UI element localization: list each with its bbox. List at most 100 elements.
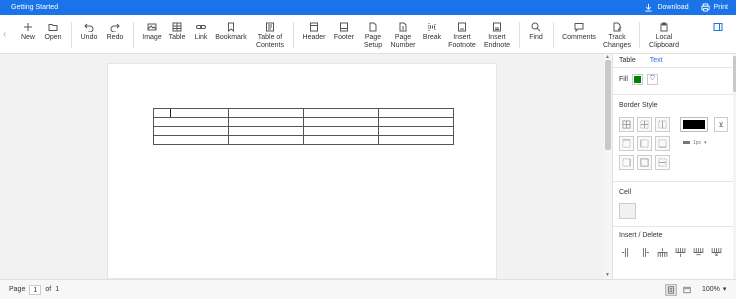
page-setup-label-line1: Page xyxy=(364,34,382,41)
document-table[interactable] xyxy=(153,108,454,145)
new-button[interactable]: New xyxy=(18,15,38,54)
line-width-icon xyxy=(683,141,690,144)
border-width-dropdown[interactable]: 1px ▾ xyxy=(683,137,713,148)
tab-text[interactable]: Text xyxy=(650,57,663,64)
document-vertical-scrollbar[interactable]: ▲ ▼ xyxy=(604,54,612,279)
insert-delete-buttons xyxy=(619,245,723,259)
left-border-icon[interactable] xyxy=(637,136,652,151)
footer-button[interactable]: Footer xyxy=(331,15,357,54)
insert-row-below-icon[interactable] xyxy=(673,245,687,259)
insert-footnote-label-line1: Insert xyxy=(453,34,471,41)
page-setup-button[interactable]: Page Setup xyxy=(361,15,385,54)
open-label: Open xyxy=(44,34,62,41)
table-button[interactable]: Table xyxy=(166,15,188,54)
bottom-border-icon[interactable] xyxy=(655,136,670,151)
undo-icon xyxy=(84,23,94,32)
undo-label: Undo xyxy=(80,34,98,41)
toolbar-separator xyxy=(639,22,640,48)
web-layout-icon xyxy=(683,286,691,294)
insert-row-above-icon[interactable] xyxy=(655,245,669,259)
toggle-properties-pane-button[interactable] xyxy=(710,15,726,54)
page-label: Page xyxy=(9,286,26,293)
bookmark-button[interactable]: Bookmark xyxy=(214,15,248,54)
comments-button[interactable]: Comments xyxy=(560,15,598,54)
table-row xyxy=(153,117,454,127)
insert-column-left-icon[interactable] xyxy=(619,245,633,259)
page-indicator: Page 1 of 1 xyxy=(9,284,59,295)
divider xyxy=(613,226,733,227)
document-canvas[interactable] xyxy=(0,54,604,279)
toolbar-separator xyxy=(553,22,554,48)
tab-table[interactable]: Table xyxy=(619,57,636,64)
image-icon xyxy=(147,23,157,31)
fill-row: Fill ⛉ xyxy=(619,74,658,85)
redo-button[interactable]: Redo xyxy=(104,15,126,54)
page-number-icon xyxy=(399,22,407,32)
print-layout-icon xyxy=(668,286,674,294)
zoom-dropdown[interactable]: 100% ▾ xyxy=(702,285,726,294)
cell-properties-button[interactable] xyxy=(619,203,636,219)
inside-horizontal-border-icon[interactable] xyxy=(655,155,670,170)
scroll-down-icon[interactable]: ▼ xyxy=(605,272,610,278)
border-type-dropdown-icon[interactable]: ⊻ xyxy=(714,117,728,132)
side-panel-icon xyxy=(713,23,723,31)
redo-icon xyxy=(110,23,120,32)
link-label: Link xyxy=(194,34,208,41)
divider xyxy=(613,94,733,95)
insert-endnote-button[interactable]: Insert Endnote xyxy=(482,15,512,54)
open-button[interactable]: Open xyxy=(42,15,64,54)
status-bar: Page 1 of 1 100% ▾ xyxy=(0,279,736,299)
printer-icon xyxy=(701,3,710,12)
insert-footnote-button[interactable]: Insert Footnote xyxy=(446,15,478,54)
divider xyxy=(613,181,733,182)
redo-label: Redo xyxy=(106,34,124,41)
toolbar-scroll-left-icon[interactable]: ‹ xyxy=(3,29,6,40)
document-page[interactable] xyxy=(107,63,497,279)
inside-borders-icon[interactable] xyxy=(637,117,652,132)
insert-column-right-icon[interactable] xyxy=(637,245,651,259)
document-title: Getting Started xyxy=(11,4,59,11)
image-button[interactable]: Image xyxy=(140,15,164,54)
web-layout-button[interactable] xyxy=(681,284,693,296)
search-icon xyxy=(531,22,541,32)
border-style-title: Border Style xyxy=(619,102,658,109)
top-border-icon[interactable] xyxy=(619,136,634,151)
delete-column-icon[interactable] xyxy=(709,245,723,259)
find-button[interactable]: Find xyxy=(526,15,546,54)
download-button[interactable]: Download xyxy=(644,3,689,12)
scrollbar-thumb[interactable] xyxy=(605,60,611,150)
border-color-picker[interactable] xyxy=(680,117,708,132)
link-button[interactable]: Link xyxy=(191,15,211,54)
fill-color-picker[interactable] xyxy=(631,74,643,85)
chevron-down-icon: ▾ xyxy=(704,139,707,146)
bookmark-icon xyxy=(228,22,234,32)
delete-row-icon[interactable] xyxy=(691,245,705,259)
inside-vertical-border-icon[interactable] xyxy=(655,117,670,132)
clipboard-icon xyxy=(660,22,668,32)
toolbar-separator xyxy=(293,22,294,48)
print-layout-button[interactable] xyxy=(665,284,677,296)
local-clipboard-button[interactable]: Local Clipboard xyxy=(646,15,682,54)
all-borders-icon[interactable] xyxy=(619,117,634,132)
cell-title: Cell xyxy=(619,189,632,196)
track-changes-button[interactable]: Track Changes xyxy=(602,15,632,54)
insert-delete-title: Insert / Delete xyxy=(619,232,663,239)
current-page-input[interactable]: 1 xyxy=(29,284,42,295)
right-border-icon[interactable] xyxy=(619,155,634,170)
page-number-label-line2: Number xyxy=(390,42,416,49)
paint-bucket-icon[interactable]: ⛉ xyxy=(646,74,658,85)
table-row xyxy=(153,135,454,145)
comment-icon xyxy=(574,23,584,32)
panel-tabs: Table Text xyxy=(613,54,736,68)
undo-button[interactable]: Undo xyxy=(78,15,100,54)
table-of-contents-button[interactable]: Table of Contents xyxy=(254,15,286,54)
break-label: Break xyxy=(422,34,442,41)
outside-borders-icon[interactable] xyxy=(637,155,652,170)
table-row xyxy=(153,108,454,118)
image-label: Image xyxy=(142,34,162,41)
header-button[interactable]: Header xyxy=(300,15,328,54)
print-button[interactable]: Print xyxy=(701,3,728,12)
page-number-button[interactable]: Page Number xyxy=(389,15,417,54)
break-button[interactable]: Break xyxy=(421,15,443,54)
local-clipboard-label-line1: Local xyxy=(655,34,673,41)
